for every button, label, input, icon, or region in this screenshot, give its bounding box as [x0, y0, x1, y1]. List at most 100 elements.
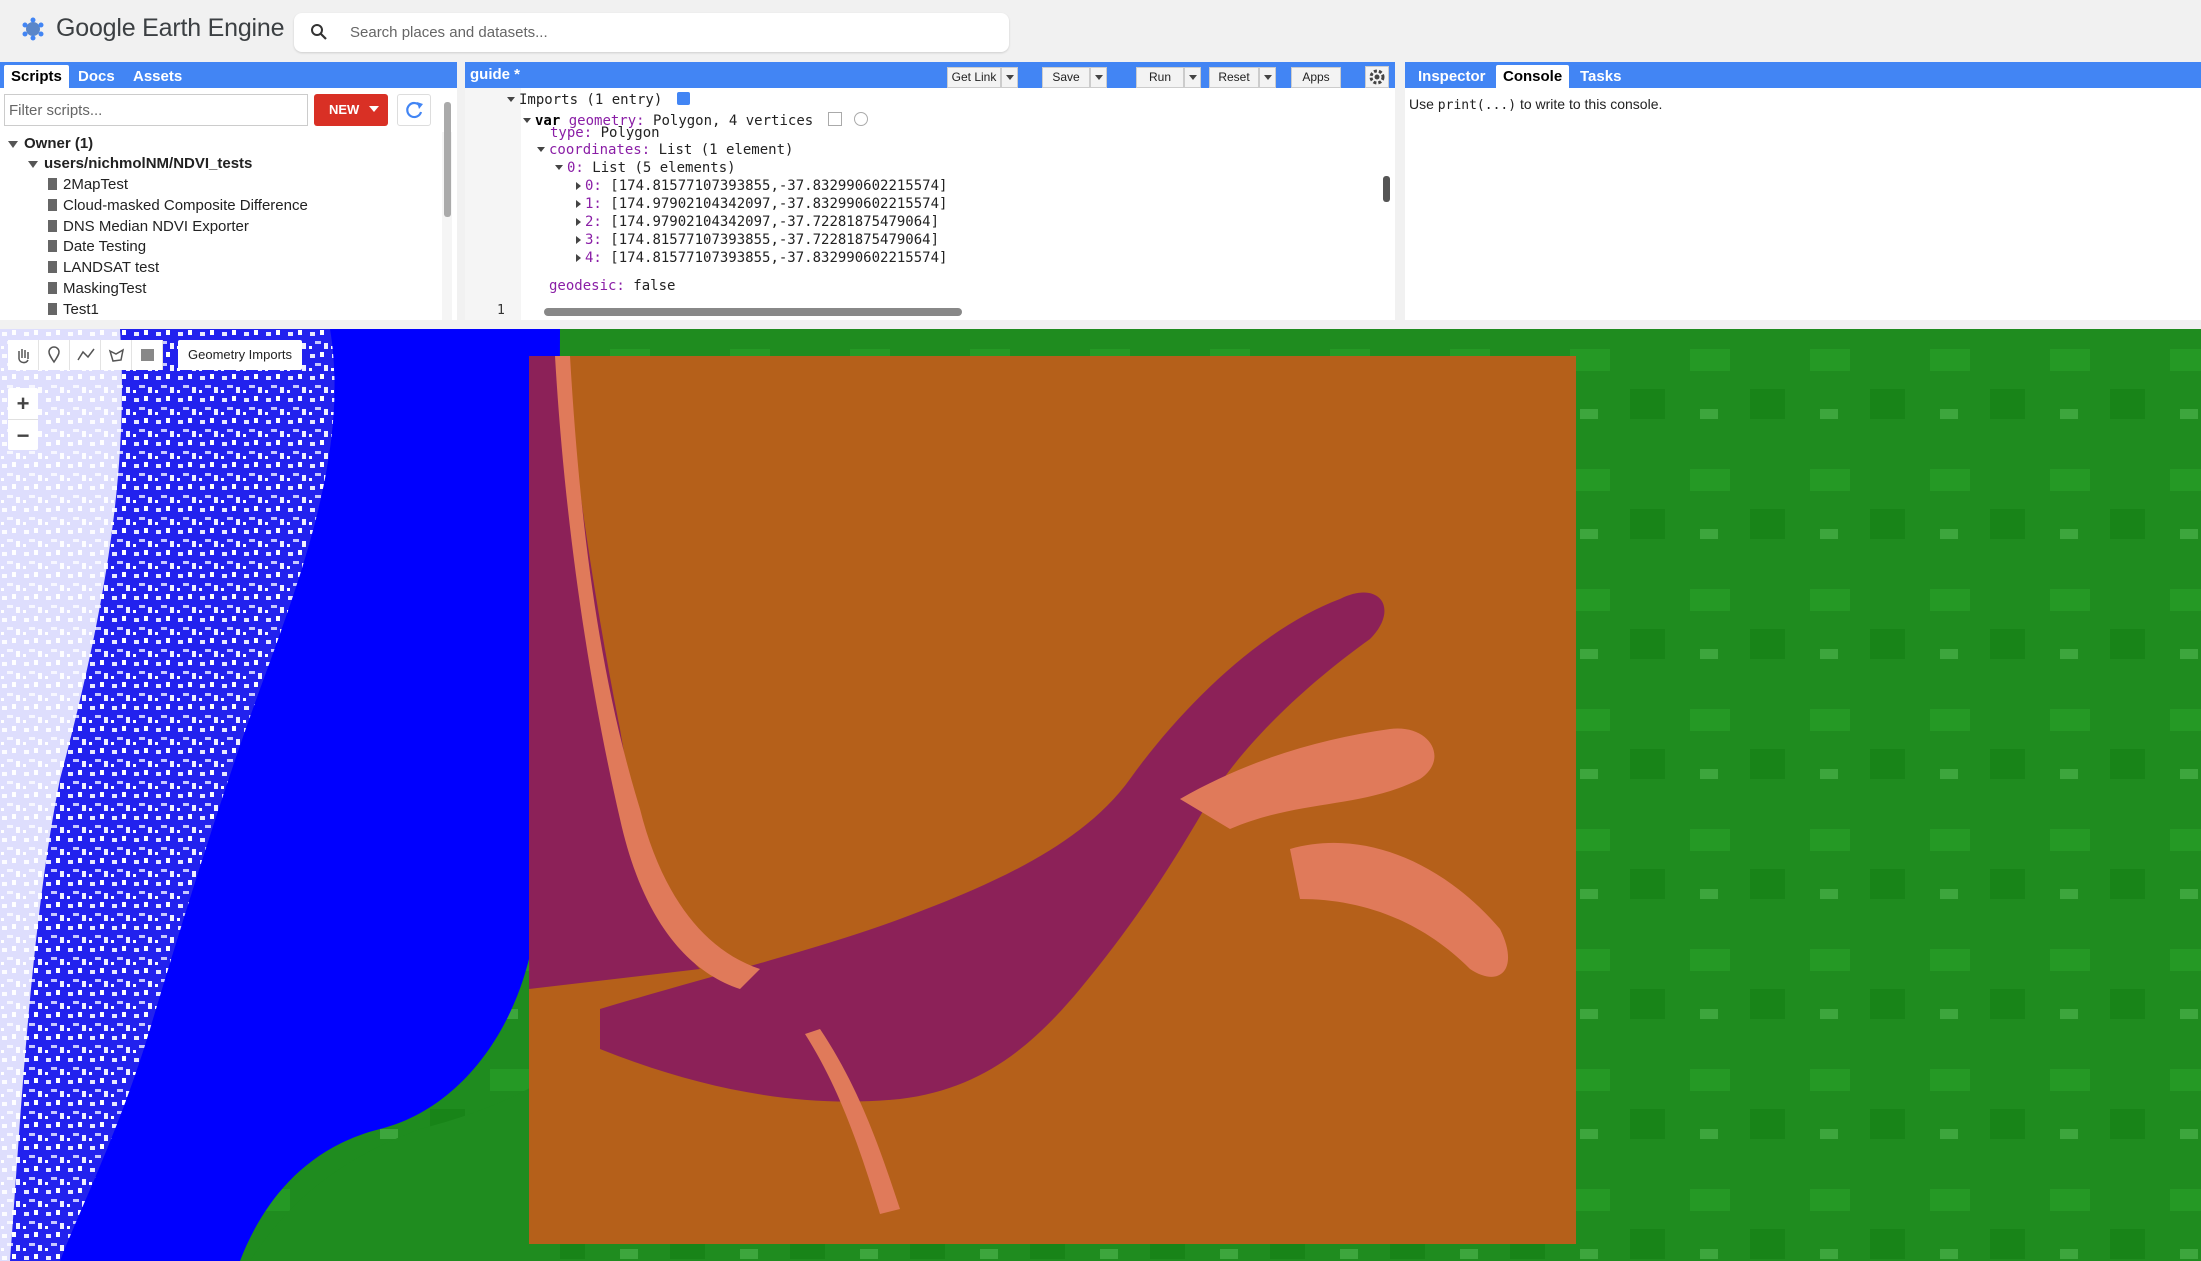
geometry-delete-icon[interactable] [854, 112, 869, 126]
reset-dropdown[interactable] [1259, 67, 1276, 88]
coordinate-index: 4: [585, 250, 602, 266]
imports-line[interactable]: Imports (1 entry) [507, 92, 690, 108]
coordinates-value: List (1 element) [658, 142, 794, 158]
tree-file-item[interactable]: LANDSAT test [48, 258, 159, 278]
file-label: 2MapTest [63, 176, 129, 193]
drawing-tools [8, 340, 163, 370]
map-canvas [0, 329, 2201, 1261]
tree-repo-node[interactable]: users/nichmolNM/NDVI_tests [28, 154, 252, 174]
zoom-out-button[interactable]: − [8, 420, 38, 451]
geodesic-value: false [633, 278, 676, 294]
pan-tool[interactable] [8, 340, 39, 370]
script-title[interactable]: guide * [470, 66, 520, 83]
get-link-dropdown[interactable] [1001, 67, 1018, 88]
tab-assets[interactable]: Assets [126, 65, 189, 88]
search-placeholder: Search places and datasets... [350, 24, 548, 41]
tree-file-item[interactable]: Test1 [48, 300, 99, 320]
new-script-button[interactable]: NEW [314, 94, 388, 126]
tree-file-item[interactable]: MaskingTest [48, 279, 146, 299]
type-key: type: [550, 125, 593, 141]
tree-owner-node[interactable]: Owner (1) [8, 134, 93, 154]
tree-file-item[interactable]: Cloud-masked Composite Difference [48, 196, 308, 216]
file-label: Cloud-masked Composite Difference [63, 197, 308, 214]
coordinate-index: 3: [585, 232, 602, 248]
coordinates-line[interactable]: coordinates: List (1 element) [537, 142, 793, 158]
script-tree: Owner (1) users/nichmolNM/NDVI_tests 2Ma… [0, 132, 445, 320]
polygon-tool[interactable] [101, 340, 132, 370]
editor-hscroll-thumb-bar[interactable] [544, 308, 962, 316]
file-icon [48, 282, 57, 294]
map-view[interactable] [0, 329, 2201, 1261]
file-icon [48, 220, 57, 232]
tree-file-item[interactable]: Date Testing [48, 237, 146, 257]
save-dropdown[interactable] [1090, 67, 1107, 88]
filter-scripts-input[interactable]: Filter scripts... [4, 94, 308, 126]
collapse-icon [507, 97, 515, 102]
coordinate-value: [174.81577107393855,-37.832990602215574] [610, 178, 948, 194]
file-label: Date Testing [63, 238, 147, 255]
left-tab-bar: Scripts Docs Assets [0, 62, 457, 88]
polygon-icon [108, 348, 125, 362]
geodesic-key: geodesic: [549, 278, 625, 294]
imports-label: Imports (1 entry) [519, 92, 663, 108]
editor-vscroll-thumb[interactable] [1383, 176, 1390, 202]
expand-icon [576, 236, 581, 244]
editor-gutter [465, 88, 521, 320]
geometry-imports-button[interactable]: Geometry Imports [178, 340, 303, 370]
chevron-down-icon [368, 106, 379, 112]
settings-button[interactable] [1365, 66, 1389, 88]
coordinate-index: 1: [585, 196, 602, 212]
app-logo[interactable]: Google Earth Engine [20, 14, 285, 43]
run-dropdown[interactable] [1184, 67, 1201, 88]
run-button[interactable]: Run [1136, 67, 1184, 88]
zoom-in-button[interactable]: + [8, 388, 38, 420]
geometry-settings-icon[interactable] [827, 112, 842, 126]
point-tool[interactable] [39, 340, 70, 370]
expand-icon [576, 200, 581, 208]
tree-file-item[interactable]: DNS Median NDVI Exporter [48, 217, 249, 237]
list0-line[interactable]: 0: List (5 elements) [555, 160, 736, 176]
coordinate-row[interactable]: 1: [174.97902104342097,-37.8329906022155… [576, 196, 947, 212]
tab-tasks[interactable]: Tasks [1573, 65, 1628, 88]
collapse-icon [537, 147, 545, 152]
list0-key: 0: [567, 160, 584, 176]
coordinate-row[interactable]: 4: [174.81577107393855,-37.8329906022155… [576, 250, 947, 266]
coordinate-row[interactable]: 2: [174.97902104342097,-37.7228187547906… [576, 214, 939, 230]
expand-icon [8, 140, 18, 148]
rectangle-tool[interactable] [132, 340, 163, 370]
line-tool[interactable] [70, 340, 101, 370]
tree-file-item[interactable]: 2MapTest [48, 175, 128, 195]
imports-info-icon[interactable] [676, 92, 690, 105]
get-link-button[interactable]: Get Link [947, 67, 1001, 88]
console-hint-post: to write to this console. [1516, 96, 1663, 112]
code-area[interactable]: Imports (1 entry) var geometry: Polygon,… [465, 88, 1395, 320]
file-icon [48, 178, 57, 190]
tab-docs[interactable]: Docs [71, 65, 122, 88]
coordinate-value: [174.81577107393855,-37.72281875479064] [610, 232, 940, 248]
type-line: type: Polygon [550, 125, 660, 141]
coordinate-row[interactable]: 3: [174.81577107393855,-37.7228187547906… [576, 232, 939, 248]
search-input[interactable]: Search places and datasets... [294, 13, 1009, 52]
app-title: Google Earth Engine [56, 14, 285, 42]
earth-engine-logo-icon [20, 16, 46, 42]
polygon-overlay[interactable] [529, 356, 1576, 1244]
console-hint-pre: Use [1409, 96, 1438, 112]
zoom-control: + − [8, 388, 38, 450]
coordinate-row[interactable]: 0: [174.81577107393855,-37.8329906022155… [576, 178, 947, 194]
coordinate-value: [174.97902104342097,-37.72281875479064] [610, 214, 940, 230]
tab-console[interactable]: Console [1496, 65, 1570, 88]
tab-inspector[interactable]: Inspector [1411, 65, 1493, 88]
file-label: LANDSAT test [63, 259, 160, 276]
expand-icon [576, 218, 581, 226]
apps-button[interactable]: Apps [1291, 67, 1341, 88]
type-value: Polygon [600, 125, 660, 141]
tab-scripts[interactable]: Scripts [4, 65, 69, 88]
refresh-button[interactable] [397, 94, 431, 126]
line-number: 1 [497, 303, 505, 318]
collapse-icon [523, 118, 531, 123]
file-label: MaskingTest [63, 280, 147, 297]
save-button[interactable]: Save [1042, 67, 1090, 88]
coordinate-value: [174.81577107393855,-37.832990602215574] [610, 250, 948, 266]
reset-button[interactable]: Reset [1209, 67, 1259, 88]
scripts-scroll-thumb[interactable] [444, 102, 451, 217]
